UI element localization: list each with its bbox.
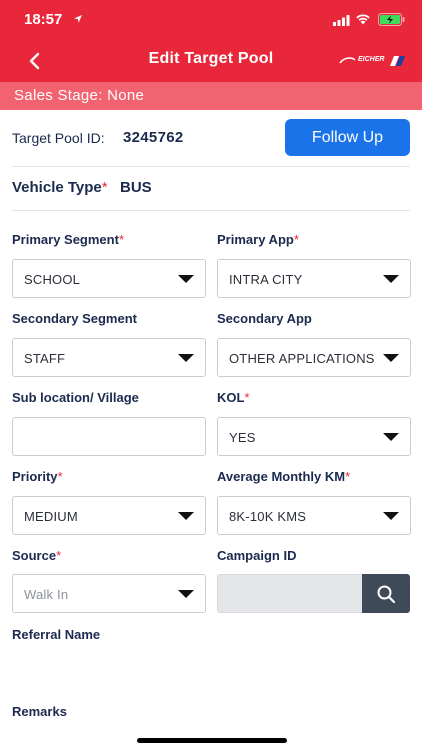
caret-down-icon: [383, 433, 399, 441]
secondary-app-label: Secondary App: [217, 311, 312, 326]
required-marker: *: [118, 232, 124, 247]
priority-dropdown[interactable]: MEDIUM: [12, 496, 206, 535]
priority-label: Priority*: [12, 469, 63, 484]
campaign-id-label: Campaign ID: [217, 548, 297, 563]
secondary-app-value: OTHER APPLICATIONS: [229, 351, 375, 366]
kol-label-text: KOL: [217, 390, 245, 405]
primary-app-value: INTRA CITY: [229, 272, 303, 287]
secondary-segment-value: STAFF: [24, 351, 66, 366]
signal-icon: [333, 15, 350, 26]
sales-stage-text: Sales Stage: None: [14, 87, 145, 104]
target-pool-id-label: Target Pool ID:: [12, 130, 105, 146]
required-marker: *: [345, 469, 351, 484]
primary-segment-label-text: Primary Segment: [12, 232, 119, 247]
location-arrow-icon: [74, 15, 82, 23]
secondary-segment-dropdown[interactable]: STAFF: [12, 338, 206, 377]
priority-label-text: Priority: [12, 469, 58, 484]
campaign-search-button[interactable]: [362, 574, 410, 613]
status-bar: 18:57: [0, 0, 422, 40]
source-label: Source*: [12, 548, 61, 563]
priority-value: MEDIUM: [24, 509, 78, 524]
wifi-icon: [356, 14, 370, 25]
kol-value: YES: [229, 430, 256, 445]
required-marker: *: [57, 469, 63, 484]
primary-segment-label: Primary Segment*: [12, 232, 124, 247]
home-indicator: [137, 738, 287, 743]
avg-monthly-km-value: 8K-10K KMS: [229, 509, 307, 524]
divider: [12, 166, 410, 167]
divider: [12, 210, 410, 211]
primary-app-dropdown[interactable]: INTRA CITY: [217, 259, 411, 298]
primary-app-label-text: Primary App: [217, 232, 294, 247]
caret-down-icon: [178, 354, 194, 362]
vehicle-type-label-text: Vehicle Type: [12, 179, 102, 196]
remarks-label: Remarks: [12, 704, 67, 719]
secondary-segment-label: Secondary Segment: [12, 311, 137, 326]
caret-down-icon: [178, 590, 194, 598]
required-marker: *: [56, 548, 62, 563]
required-marker: *: [101, 179, 108, 196]
source-dropdown[interactable]: Walk In: [12, 574, 206, 613]
avg-monthly-km-label: Average Monthly KM*: [217, 469, 350, 484]
sub-location-input[interactable]: [12, 417, 206, 456]
required-marker: *: [244, 390, 250, 405]
required-marker: *: [293, 232, 299, 247]
status-time: 18:57: [24, 11, 63, 28]
primary-segment-dropdown[interactable]: SCHOOL: [12, 259, 206, 298]
brand-name: EICHER: [358, 56, 385, 63]
battery-charging-icon: [378, 13, 405, 26]
kol-label: KOL*: [217, 390, 250, 405]
primary-app-label: Primary App*: [217, 232, 299, 247]
caret-down-icon: [178, 512, 194, 520]
follow-up-button[interactable]: Follow Up: [285, 119, 410, 156]
vehicle-type-value: BUS: [120, 179, 152, 196]
primary-segment-value: SCHOOL: [24, 272, 81, 287]
secondary-app-dropdown[interactable]: OTHER APPLICATIONS: [217, 338, 411, 377]
kol-dropdown[interactable]: YES: [217, 417, 411, 456]
campaign-id-input[interactable]: [217, 574, 363, 613]
source-placeholder: Walk In: [24, 587, 69, 602]
caret-down-icon: [178, 275, 194, 283]
caret-down-icon: [383, 275, 399, 283]
target-pool-id-value: 3245762: [123, 129, 184, 146]
caret-down-icon: [383, 354, 399, 362]
vehicle-type-label: Vehicle Type*: [12, 179, 108, 196]
referral-name-label: Referral Name: [12, 627, 101, 642]
search-icon: [377, 585, 396, 604]
avg-monthly-km-label-text: Average Monthly KM: [217, 469, 346, 484]
source-label-text: Source: [12, 548, 57, 563]
avg-monthly-km-dropdown[interactable]: 8K-10K KMS: [217, 496, 411, 535]
caret-down-icon: [383, 512, 399, 520]
sub-location-label: Sub location/ Village: [12, 390, 139, 405]
